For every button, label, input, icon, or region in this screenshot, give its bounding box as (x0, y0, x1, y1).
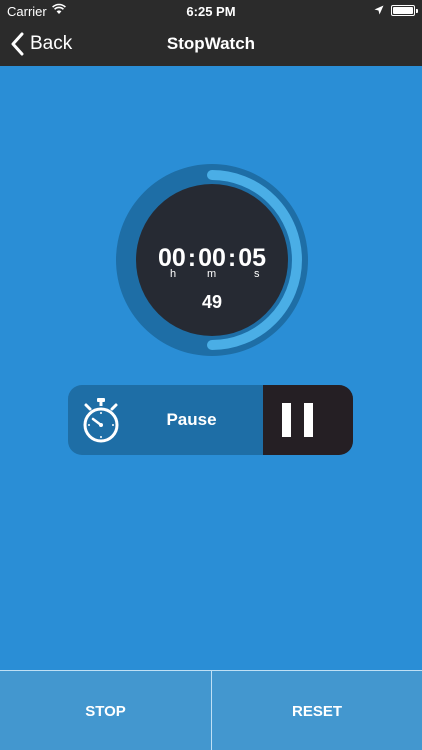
pause-label: Pause (166, 410, 217, 429)
centiseconds-value: 49 (201, 292, 223, 312)
status-bar: Carrier 6:25 PM (0, 0, 422, 22)
stopwatch-icon (83, 398, 119, 443)
reset-button[interactable]: RESET (211, 671, 422, 750)
location-icon (374, 5, 384, 15)
seconds-value: 05 (238, 244, 267, 272)
bottom-toolbar: STOP RESET (0, 670, 422, 750)
pause-bar-left (282, 403, 291, 437)
minutes-unit: m (207, 268, 217, 280)
pause-bar-right (304, 403, 313, 437)
pause-button[interactable]: Pause (68, 385, 353, 455)
page-title: StopWatch (166, 34, 256, 53)
navigation-bar: Back StopWatch (0, 22, 422, 66)
status-time: 6:25 PM (186, 4, 236, 19)
separator: : (227, 244, 237, 272)
pause-icon (263, 385, 353, 455)
separator: : (187, 244, 197, 272)
timer-readout: 00 : 00 : 05 h m s 49 (136, 184, 288, 336)
hours-unit: h (170, 268, 177, 280)
battery-icon (391, 5, 418, 16)
seconds-unit: s (254, 268, 260, 280)
stop-button[interactable]: STOP (0, 671, 211, 750)
